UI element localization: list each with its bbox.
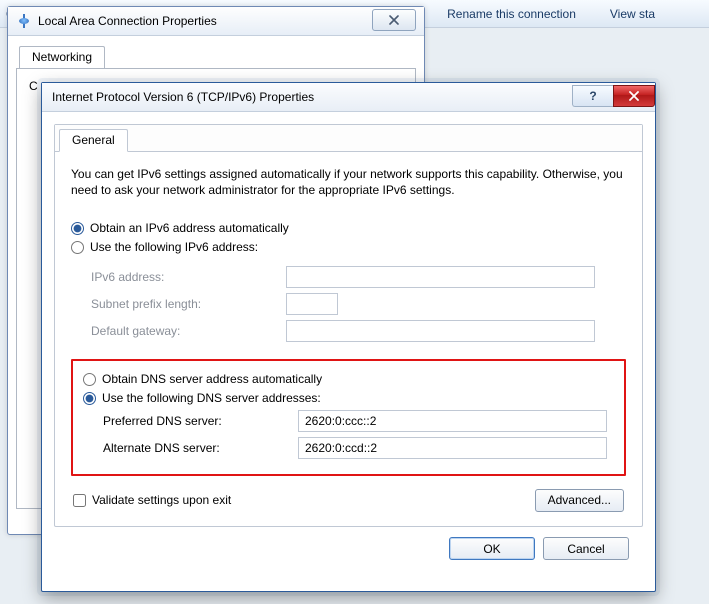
parent-truncated-label: C (29, 79, 38, 93)
radio-dns-auto[interactable] (83, 373, 96, 386)
toolbar-view-status[interactable]: View sta (610, 7, 655, 21)
stage: Local Area Connection Properties Network… (0, 0, 709, 604)
tab-networking[interactable]: Networking (19, 46, 105, 68)
checkbox-validate-on-exit[interactable] (73, 494, 86, 507)
input-preferred-dns[interactable] (298, 410, 607, 432)
panel-bottom-row: Validate settings upon exit Advanced... (71, 488, 626, 512)
help-button[interactable]: ? (572, 85, 613, 107)
parent-close-button[interactable] (372, 9, 416, 31)
modal-title-controls: ? (572, 86, 655, 108)
advanced-button[interactable]: Advanced... (535, 489, 624, 512)
label-validate-on-exit: Validate settings upon exit (92, 493, 231, 507)
parent-titlebar: Local Area Connection Properties (8, 7, 424, 36)
input-prefix-length (286, 293, 338, 315)
modal-panel: General You can get IPv6 settings assign… (54, 124, 643, 527)
label-alternate-dns: Alternate DNS server: (103, 441, 298, 455)
parent-tabstrip: Networking (16, 46, 416, 69)
label-default-gateway: Default gateway: (91, 324, 286, 338)
input-alternate-dns[interactable] (298, 437, 607, 459)
cancel-button[interactable]: Cancel (543, 537, 629, 560)
modal-titlebar: Internet Protocol Version 6 (TCP/IPv6) P… (42, 83, 655, 112)
dialog-buttons: OK Cancel (54, 527, 643, 560)
parent-title: Local Area Connection Properties (38, 14, 217, 28)
radio-ipv6-manual[interactable] (71, 241, 84, 254)
close-icon (628, 91, 640, 101)
label-dns-auto: Obtain DNS server address automatically (102, 372, 322, 386)
label-ipv6-manual: Use the following IPv6 address: (90, 240, 258, 254)
dns-fields: Preferred DNS server: Alternate DNS serv… (83, 410, 614, 459)
ipv6-properties-dialog: Internet Protocol Version 6 (TCP/IPv6) P… (41, 82, 656, 592)
ipv6-address-fields: IPv6 address: Subnet prefix length: Defa… (71, 259, 626, 351)
modal-title: Internet Protocol Version 6 (TCP/IPv6) P… (52, 90, 314, 104)
tab-general[interactable]: General (59, 129, 128, 152)
toolbar-rename-label: Rename this connection (447, 7, 576, 21)
radio-dns-manual[interactable] (83, 392, 96, 405)
network-icon (16, 13, 32, 29)
modal-close-button[interactable] (613, 85, 655, 107)
ok-button[interactable]: OK (449, 537, 535, 560)
radio-ipv6-auto[interactable] (71, 222, 84, 235)
label-prefix-length: Subnet prefix length: (91, 297, 286, 311)
label-ipv6-auto: Obtain an IPv6 address automatically (90, 221, 289, 235)
modal-body: General You can get IPv6 settings assign… (42, 112, 655, 570)
input-default-gateway (286, 320, 595, 342)
modal-panel-content: You can get IPv6 settings assigned autom… (55, 152, 642, 526)
toolbar-view-label: View sta (610, 7, 655, 21)
intro-text: You can get IPv6 settings assigned autom… (71, 166, 626, 198)
modal-tabstrip: General (55, 125, 642, 152)
label-dns-manual: Use the following DNS server addresses: (102, 391, 321, 405)
label-preferred-dns: Preferred DNS server: (103, 414, 298, 428)
label-ipv6-address: IPv6 address: (91, 270, 286, 284)
toolbar-rename[interactable]: Rename this connection (447, 7, 576, 21)
close-icon (388, 15, 400, 25)
input-ipv6-address (286, 266, 595, 288)
dns-highlight-box: Obtain DNS server address automatically … (71, 359, 626, 476)
